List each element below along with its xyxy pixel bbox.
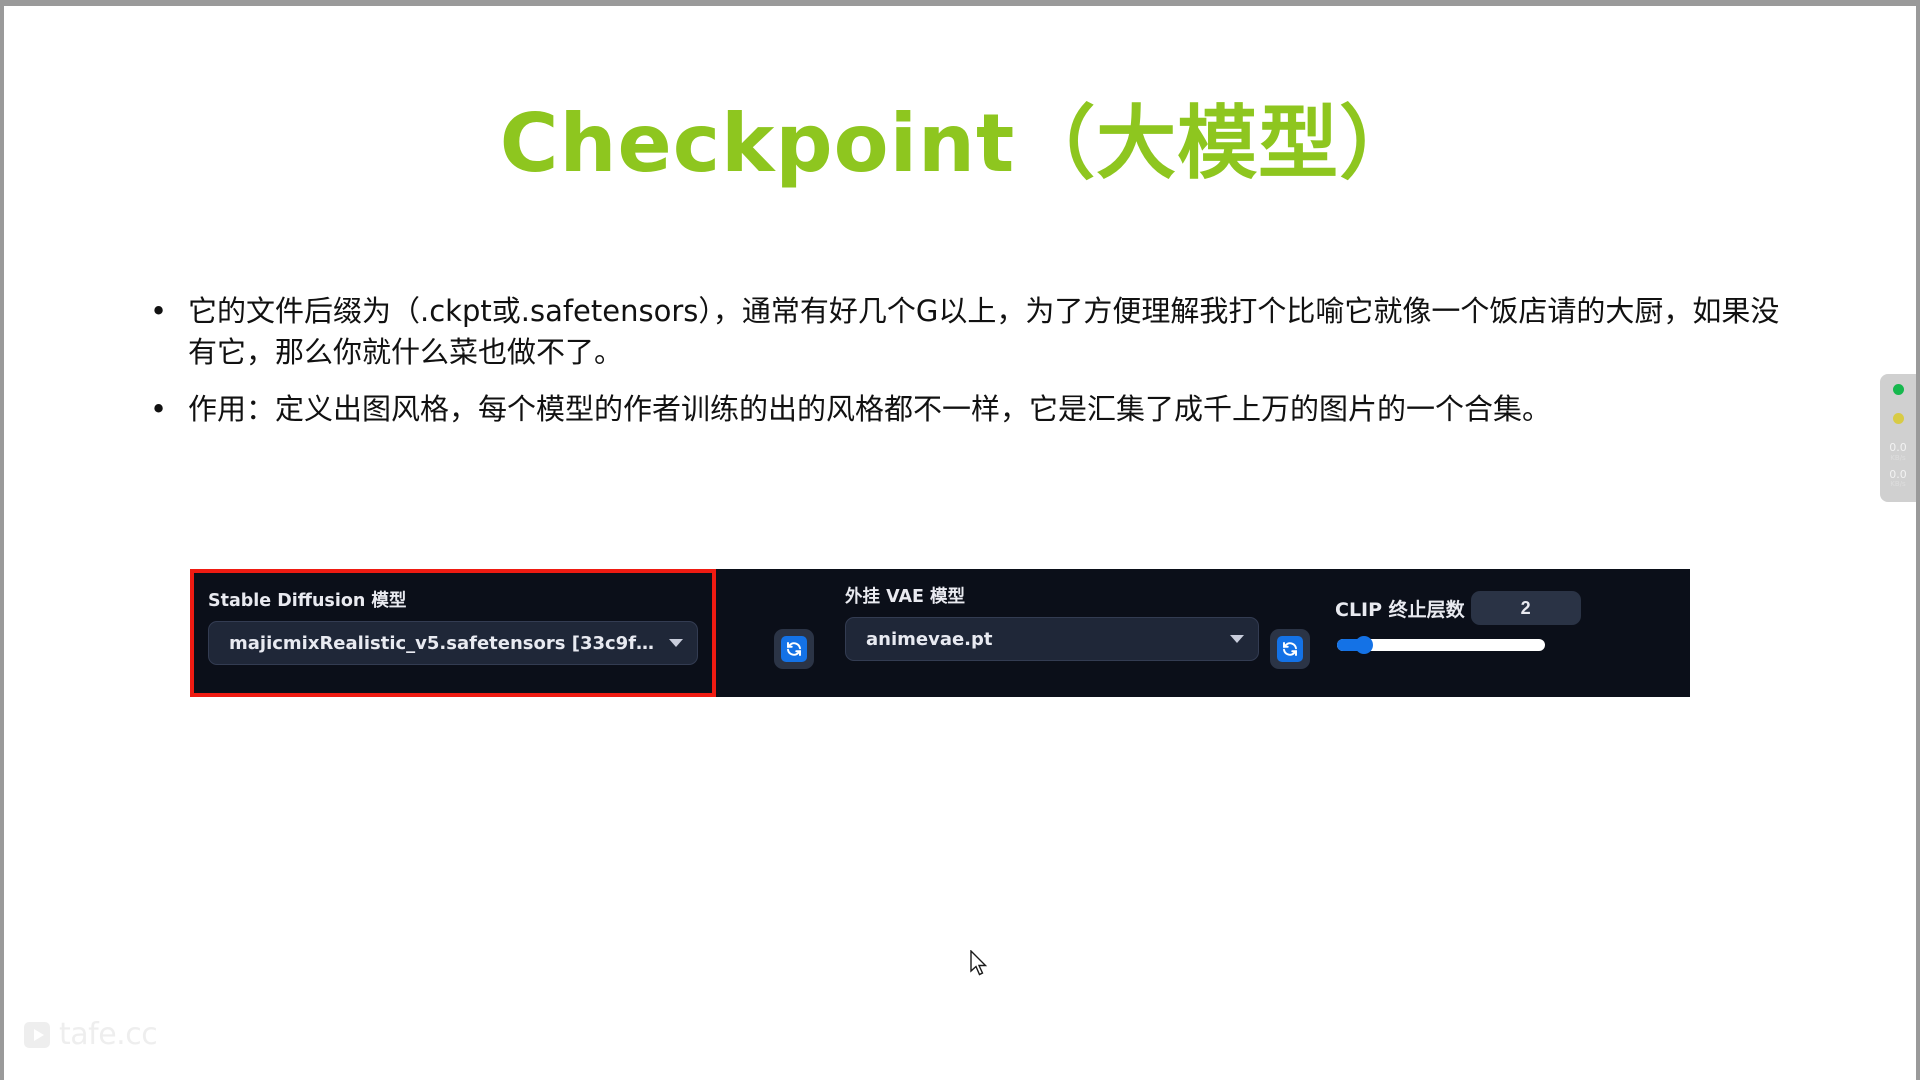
bullet-text: 作用：定义出图风格，每个模型的作者训练的出的风格都不一样，它是汇集了成千上万的图… xyxy=(188,392,1552,427)
clip-skip-slider-thumb[interactable] xyxy=(1355,636,1373,654)
window-right-edge xyxy=(1916,0,1920,1080)
play-triangle-icon xyxy=(33,1028,44,1041)
bullet-marker-icon: • xyxy=(150,392,168,427)
bullet-marker-icon: • xyxy=(150,294,168,328)
list-item: • 作用：定义出图风格，每个模型的作者训练的出的风格都不一样，它是汇集了成千上万… xyxy=(140,389,1800,430)
sd-model-label: Stable Diffusion 模型 xyxy=(208,591,407,611)
bullet-list: • 它的文件后缀为（.ckpt或.safetensors），通常有好几个G以上，… xyxy=(140,291,1800,447)
watermark: tafe.cc xyxy=(24,1017,158,1052)
network-speed-widget[interactable]: 0.0 KB/s 0.0 KB/s xyxy=(1880,374,1916,502)
clip-skip-row: CLIP 终止层数 2 xyxy=(1335,591,1675,625)
download-speed-value: 0.0 xyxy=(1889,467,1907,481)
download-speed-unit: KB/s xyxy=(1890,480,1906,489)
clip-skip-value[interactable]: 2 xyxy=(1470,591,1581,625)
bullet-text: 它的文件后缀为（.ckpt或.safetensors），通常有好几个G以上，为了… xyxy=(188,294,1780,370)
clip-skip-group: CLIP 终止层数 2 xyxy=(1335,591,1675,681)
refresh-icon xyxy=(1277,636,1303,662)
vae-model-label: 外挂 VAE 模型 xyxy=(845,587,966,607)
clip-skip-slider[interactable] xyxy=(1337,636,1545,654)
vae-model-group: 外挂 VAE 模型 animevae.pt xyxy=(845,583,1279,683)
webui-toolbar-panel: Stable Diffusion 模型 majicmixRealistic_v5… xyxy=(190,569,1690,697)
presentation-slide: Checkpoint（大模型） • 它的文件后缀为（.ckpt或.safeten… xyxy=(0,0,1920,1080)
mouse-pointer-icon xyxy=(970,950,988,976)
refresh-icon xyxy=(781,636,807,662)
upload-speed-value: 0.0 xyxy=(1889,441,1907,454)
upload-speed-unit: KB/s xyxy=(1890,453,1906,462)
page-title: Checkpoint（大模型） xyxy=(499,97,1421,190)
status-dot-green-icon xyxy=(1892,384,1904,395)
chevron-down-icon xyxy=(669,639,683,647)
sd-model-dropdown[interactable]: majicmixRealistic_v5.safetensors [33c9f6… xyxy=(208,621,698,665)
sd-model-value: majicmixRealistic_v5.safetensors [33c9f6… xyxy=(229,632,657,654)
vae-model-value: animevae.pt xyxy=(866,628,993,650)
chevron-down-icon xyxy=(1230,635,1244,643)
status-dot-yellow-icon xyxy=(1892,413,1904,424)
play-badge-icon xyxy=(24,1021,50,1048)
watermark-text: tafe.cc xyxy=(59,1017,158,1052)
slide-canvas: Checkpoint（大模型） • 它的文件后缀为（.ckpt或.safeten… xyxy=(4,6,1916,1080)
list-item: • 它的文件后缀为（.ckpt或.safetensors），通常有好几个G以上，… xyxy=(140,291,1800,373)
vae-model-dropdown[interactable]: animevae.pt xyxy=(845,617,1259,661)
clip-skip-label: CLIP 终止层数 xyxy=(1335,598,1465,621)
vae-model-refresh-button[interactable] xyxy=(1270,629,1310,669)
sd-model-group: Stable Diffusion 模型 majicmixRealistic_v5… xyxy=(190,569,716,697)
sd-model-refresh-button[interactable] xyxy=(774,629,814,669)
